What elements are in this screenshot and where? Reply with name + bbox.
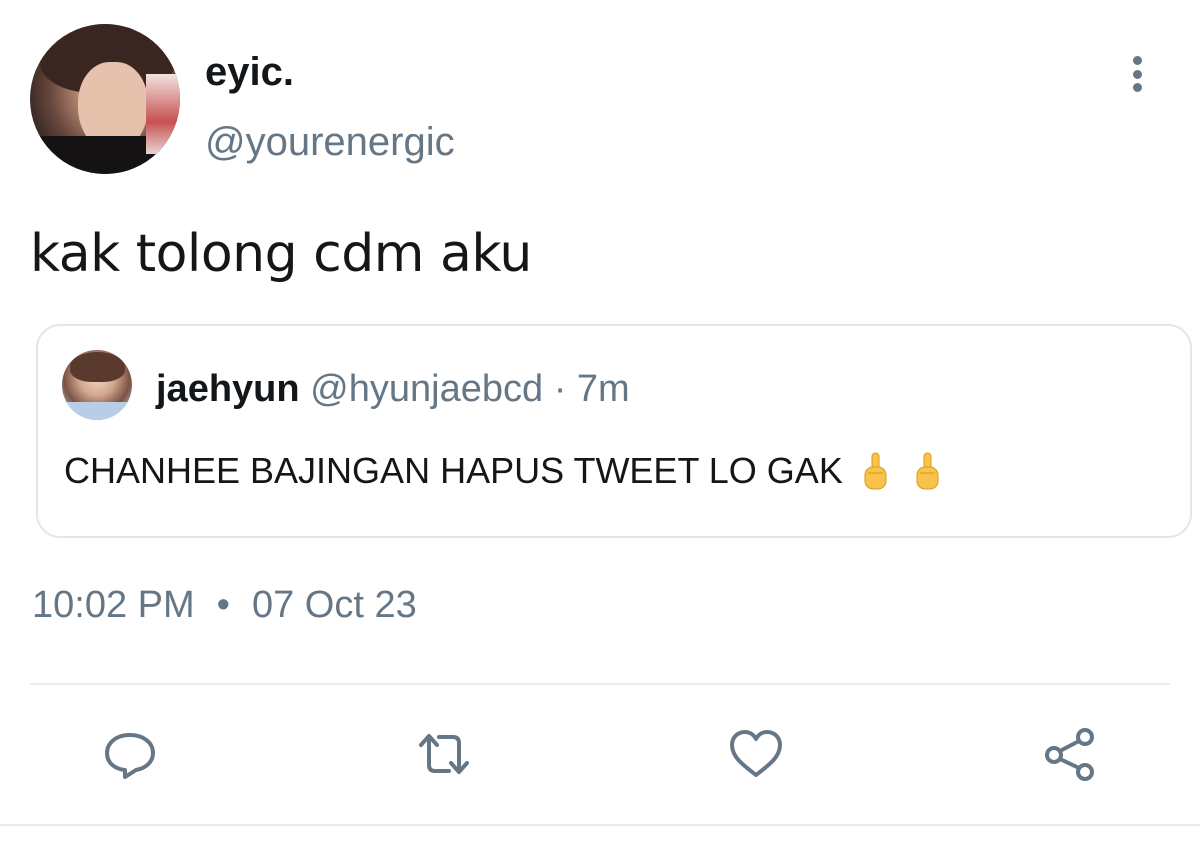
avatar-shirt bbox=[62, 402, 132, 420]
middle-finger-emoji-icon bbox=[916, 452, 939, 490]
quoted-author-avatar[interactable] bbox=[62, 350, 132, 420]
dot bbox=[1132, 69, 1142, 79]
tweet-timestamp: 10:02 PM • 07 Oct 23 bbox=[32, 584, 417, 627]
separator: • bbox=[216, 584, 230, 626]
author-avatar[interactable] bbox=[30, 24, 180, 174]
middle-finger-emoji-icon bbox=[864, 452, 887, 490]
divider bbox=[30, 683, 1170, 685]
quoted-author-name[interactable]: jaehyun bbox=[156, 368, 300, 410]
reply-icon bbox=[105, 733, 155, 779]
like-button[interactable] bbox=[726, 724, 786, 784]
share-button[interactable] bbox=[1040, 724, 1100, 784]
like-icon bbox=[730, 730, 782, 777]
author-display-name[interactable]: eyic. bbox=[205, 50, 294, 95]
divider bbox=[0, 824, 1200, 826]
share-icon bbox=[1045, 728, 1094, 781]
quoted-tweet-text: CHANHEE BAJINGAN HAPUS TWEET LO GAK bbox=[64, 450, 941, 495]
avatar-hair bbox=[70, 352, 125, 382]
author-handle[interactable]: @yourenergic bbox=[205, 120, 455, 165]
quoted-tweet-header: jaehyun @hyunjaebcd · 7m bbox=[156, 368, 630, 411]
retweet-button[interactable] bbox=[414, 724, 474, 784]
retweet-icon bbox=[419, 734, 469, 774]
more-options-icon[interactable] bbox=[1120, 52, 1154, 96]
tweet-time: 10:02 PM bbox=[32, 584, 195, 626]
quoted-tweet[interactable]: jaehyun @hyunjaebcd · 7m CHANHEE BAJINGA… bbox=[36, 324, 1192, 538]
quoted-tweet-text-content: CHANHEE BAJINGAN HAPUS TWEET LO GAK bbox=[64, 450, 843, 491]
tweet-detail: eyic. @yourenergic kak tolong cdm aku ja… bbox=[0, 0, 1200, 842]
reply-button[interactable] bbox=[100, 724, 160, 784]
separator: · bbox=[553, 368, 567, 410]
quoted-author-handle[interactable]: @hyunjaebcd bbox=[310, 368, 543, 410]
avatar-background-poster bbox=[146, 74, 180, 154]
tweet-date: 07 Oct 23 bbox=[251, 584, 417, 626]
dot bbox=[1132, 83, 1142, 92]
quoted-tweet-time: 7m bbox=[576, 368, 630, 410]
dot bbox=[1132, 56, 1142, 65]
tweet-text: kak tolong cdm aku bbox=[30, 224, 532, 284]
